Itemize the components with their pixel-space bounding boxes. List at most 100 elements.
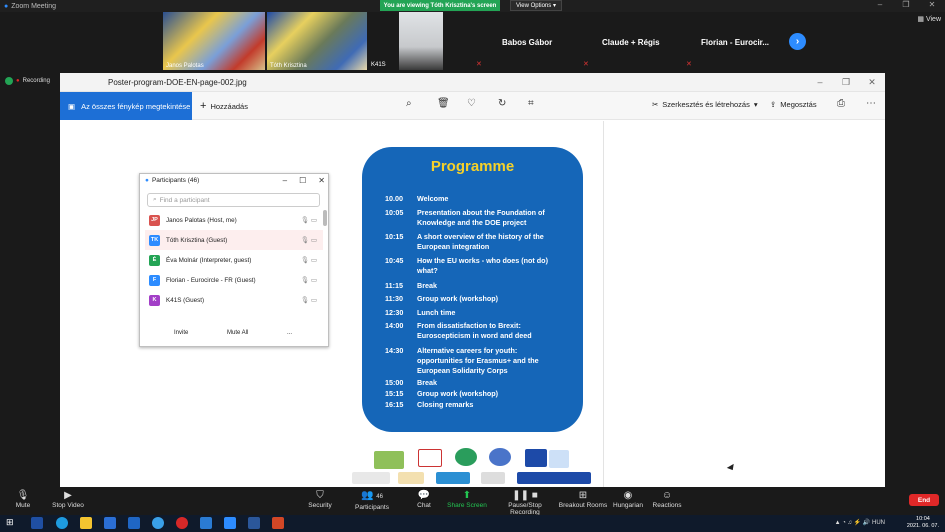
programme-row: 10.00 Welcome [385, 194, 565, 204]
image-edge-divider [603, 121, 604, 487]
zoom-logo-icon: ● [4, 2, 9, 10]
participant-status-icons: 🎙 ▭ [300, 217, 317, 224]
add-button[interactable]: + Hozzáadás [200, 100, 248, 112]
security-button[interactable]: ⛉ Security [290, 489, 350, 509]
pause-icon: ❚❚ ■ [512, 490, 538, 501]
zoom-logo-icon: ● [145, 176, 149, 184]
programme-row: 14:00 From dissatisfaction to Brexit: Eur… [385, 321, 565, 341]
participant-search-input[interactable]: ⌕ Find a participant [147, 193, 320, 207]
next-page-arrow-icon[interactable]: › [789, 33, 806, 50]
programme-time: 15:15 [385, 389, 404, 398]
windows-taskbar [0, 515, 945, 532]
crop-icon[interactable]: ⌗ [528, 98, 534, 109]
programme-event: Alternative careers for youth: opportuni… [417, 346, 539, 375]
edge-browser-icon[interactable] [56, 517, 68, 529]
participant-row[interactable]: JP Janos Palotas (Host, me) 🎙 ▭ [145, 210, 323, 230]
partner-logo [455, 448, 477, 466]
edit-create-button[interactable]: ✂ Szerkesztés és létrehozás ▾ [652, 100, 758, 109]
photos-minimize-button[interactable]: – [807, 73, 833, 92]
rotate-icon[interactable]: ↻ [498, 98, 506, 109]
share-screen-button[interactable]: ⬆ Share Screen [437, 489, 497, 509]
programme-row: 11:15 Break [385, 281, 565, 291]
programme-event: Break [417, 378, 437, 387]
participant-row[interactable]: É Éva Molnár (Interpreter, guest) 🎙 ▭ [145, 250, 323, 270]
heart-icon[interactable]: ♡ [467, 98, 476, 109]
video-thumbnail[interactable]: Janos Palotas [163, 12, 265, 70]
restore-button[interactable]: ❐ [893, 0, 919, 9]
zoom-in-icon[interactable]: ⌕ [406, 98, 412, 109]
share-button[interactable]: ⇪ Megosztás [770, 100, 817, 109]
zoom-app-icon[interactable] [224, 517, 236, 529]
programme-time: 14:30 [385, 346, 404, 355]
more-options-icon[interactable]: ⋯ [866, 98, 876, 109]
participant-status-icons: 🎙 ▭ [300, 257, 317, 264]
participant-row[interactable]: TK Tóth Krisztina (Guest) 🎙 ▭ [145, 230, 323, 250]
taskbar-clock[interactable]: 10:04 2021. 06. 07. [907, 516, 939, 530]
programme-event: Welcome [417, 194, 449, 203]
participant-row-name: Tóth Krisztina (Guest) [166, 236, 228, 244]
all-photos-button[interactable]: ▣ Az összes fénykép megtekintése [60, 92, 192, 120]
store-icon[interactable] [104, 517, 116, 529]
avatar: K [149, 294, 160, 306]
programme-row: 10:05 Presentation about the Foundation o… [385, 208, 565, 228]
partner-logo [374, 451, 404, 469]
mute-all-button[interactable]: Mute All [227, 330, 248, 336]
opera-icon[interactable] [176, 517, 188, 529]
programme-time: 10:05 [385, 208, 404, 217]
avatar: F [149, 274, 160, 286]
participant-list-scrollbar[interactable] [323, 210, 327, 226]
participants-button[interactable]: 👥 46 Participants [342, 489, 402, 511]
programme-row: 15:15 Group work (workshop) [385, 389, 565, 399]
partner-logo [481, 472, 505, 484]
word-icon[interactable] [248, 517, 260, 529]
viewing-banner: You are viewing Tóth Krisztina's screen [380, 0, 500, 11]
photos-title-bar: Poster-program-DOE-EN-page-002.jpg – ❐ ✕ [60, 73, 885, 92]
stop-video-button[interactable]: ▶ Stop Video [38, 489, 98, 509]
powerpoint-icon[interactable] [272, 517, 284, 529]
programme-event: Presentation about the Foundation of Kno… [417, 208, 545, 227]
pause-recording-button[interactable]: ❚❚ ■ Pause/Stop Recording [494, 489, 556, 516]
programme-event: Closing remarks [417, 400, 474, 409]
video-thumbnail[interactable] [399, 12, 443, 70]
windows-start-icon[interactable]: ⊞ [6, 517, 18, 529]
panel-minimize-button[interactable]: – [283, 176, 287, 185]
panel-close-button[interactable]: ✕ [318, 176, 325, 185]
view-button[interactable]: ▦ View [917, 15, 941, 23]
programme-time: 14:00 [385, 321, 404, 330]
people-icon: 👥 46 [361, 490, 383, 501]
photos-close-button[interactable]: ✕ [859, 73, 885, 92]
mail-icon[interactable] [128, 517, 140, 529]
participant-row[interactable]: K K41S (Guest) 🎙 ▭ [145, 290, 323, 310]
view-options-button[interactable]: View Options ▾ [510, 0, 562, 11]
programme-time: 11:30 [385, 294, 403, 303]
participants-title: Participants (46) [151, 176, 200, 184]
panel-maximize-button[interactable]: ☐ [299, 176, 306, 185]
participant-row[interactable]: F Florian - Eurocircle - FR (Guest) 🎙 ▭ [145, 270, 323, 290]
photos-app-icon[interactable] [200, 517, 212, 529]
delete-icon[interactable]: 🗑 [437, 98, 450, 109]
video-thumbnail[interactable]: Tóth Krisztina [267, 12, 367, 70]
shield-icon [5, 77, 13, 85]
partner-logo [517, 472, 591, 484]
programme-row: 12:30 Lunch time [385, 308, 565, 318]
print-icon[interactable]: ⎙ [837, 98, 845, 109]
more-button[interactable]: ... [287, 330, 292, 336]
end-meeting-button[interactable]: End [909, 494, 939, 506]
search-icon: ⌕ [153, 196, 157, 203]
task-view-icon[interactable] [31, 517, 43, 529]
close-button[interactable]: ✕ [919, 0, 945, 9]
muted-mic-icon: ✕ [476, 61, 482, 68]
programme-time: 12:30 [385, 308, 404, 317]
reactions-button[interactable]: ☺ Reactions [637, 489, 697, 509]
programme-row: 11:30 Group work (workshop) [385, 294, 565, 304]
file-explorer-icon[interactable] [80, 517, 92, 529]
programme-event: Group work (workshop) [417, 294, 499, 303]
minimize-button[interactable]: – [867, 0, 893, 9]
invite-button[interactable]: Invite [174, 330, 188, 336]
participant-status-icons: 🎙 ▭ [300, 297, 317, 304]
plus-icon: + [200, 100, 207, 112]
system-tray[interactable]: ▲ ◔ ♫ ⚡ 🔊 HUN [835, 519, 885, 526]
photos-restore-button[interactable]: ❐ [833, 73, 859, 92]
browser-icon[interactable] [152, 517, 164, 529]
share-icon: ⇪ [770, 100, 777, 109]
